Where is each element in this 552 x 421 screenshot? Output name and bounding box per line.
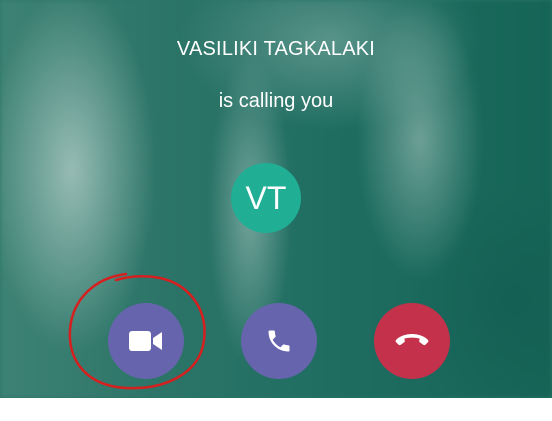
caller-avatar: VT	[231, 163, 301, 233]
decline-call-button[interactable]	[374, 303, 450, 379]
accept-audio-call-button[interactable]	[241, 303, 317, 379]
phone-icon	[268, 330, 290, 352]
call-status-text: is calling you	[218, 90, 334, 112]
incoming-call-dialog: VASILIKI TAGKALAKI is calling you VT	[0, 0, 552, 398]
hang-up-icon	[395, 334, 429, 346]
caller-name: VASILIKI TAGKALAKI	[176, 38, 376, 60]
accept-video-call-button[interactable]	[108, 303, 184, 379]
video-camera-icon	[129, 331, 162, 351]
avatar-initials: VT	[245, 179, 287, 216]
